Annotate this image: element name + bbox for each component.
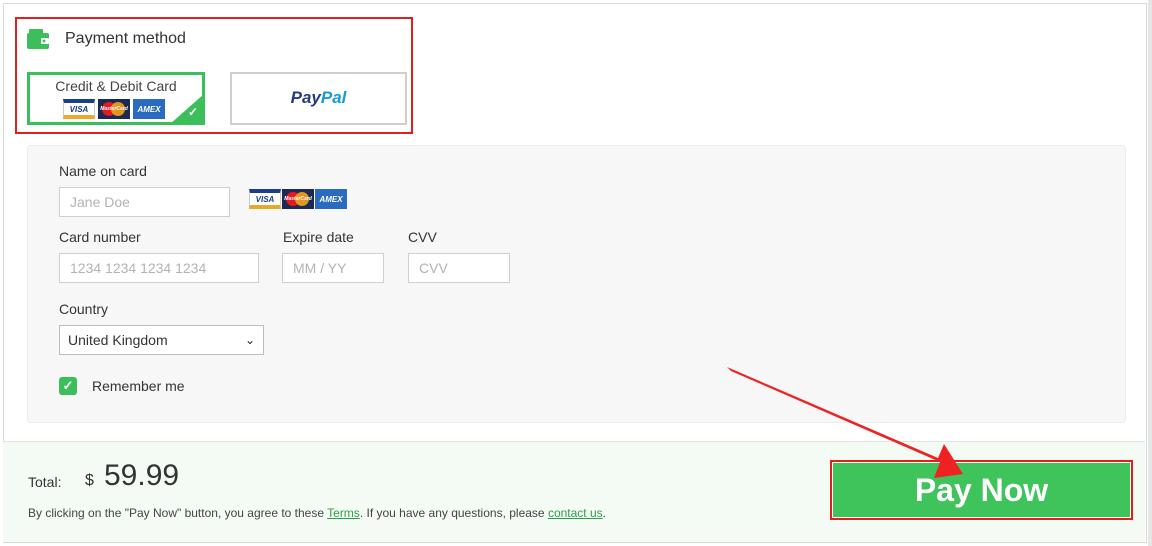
country-select-value: United Kingdom (68, 332, 168, 348)
total-amount: 59.99 (104, 459, 180, 492)
currency-symbol: $ (85, 472, 94, 489)
amex-logo-icon: AMEX (315, 189, 347, 209)
option-credit-debit-card[interactable]: Credit & Debit Card VISA MasterCard AMEX… (27, 72, 205, 125)
chevron-down-icon: ⌄ (244, 333, 255, 347)
paypal-logo-icon: PayPal (290, 88, 347, 107)
country-select[interactable]: United Kingdom ⌄ (59, 325, 264, 355)
option-card-label: Credit & Debit Card (55, 78, 177, 94)
visa-logo-icon: VISA (249, 189, 281, 209)
country-label: Country (59, 301, 109, 317)
scrollbar[interactable] (1148, 0, 1152, 546)
terms-text: By clicking on the "Pay Now" button, you… (28, 506, 606, 520)
mastercard-logo-icon: MasterCard (282, 189, 314, 209)
card-logos-row: VISA MasterCard AMEX (249, 189, 347, 209)
visa-logo-icon: VISA (63, 99, 95, 119)
contact-us-link[interactable]: contact us (548, 506, 603, 520)
remember-me-checkbox[interactable]: ✓ (59, 377, 77, 395)
card-number-input[interactable] (59, 253, 259, 283)
expire-date-label: Expire date (283, 229, 354, 245)
terms-link[interactable]: Terms (327, 506, 360, 520)
name-on-card-label: Name on card (59, 163, 147, 179)
card-number-label: Card number (59, 229, 141, 245)
wallet-icon (27, 29, 49, 49)
check-icon: ✓ (187, 105, 198, 119)
name-on-card-input[interactable] (59, 187, 230, 217)
payment-method-title: Payment method (65, 30, 186, 47)
option-paypal[interactable]: PayPal (230, 72, 407, 125)
pay-now-button[interactable]: Pay Now (833, 463, 1130, 517)
amex-logo-icon: AMEX (133, 99, 165, 119)
expire-date-input[interactable] (282, 253, 384, 283)
card-logos-mini: VISA MasterCard AMEX (63, 99, 165, 119)
cvv-label: CVV (408, 229, 437, 245)
remember-me-label: Remember me (92, 378, 185, 394)
total-label: Total: (28, 474, 62, 490)
mastercard-logo-icon: MasterCard (98, 99, 130, 119)
cvv-input[interactable] (408, 253, 510, 283)
